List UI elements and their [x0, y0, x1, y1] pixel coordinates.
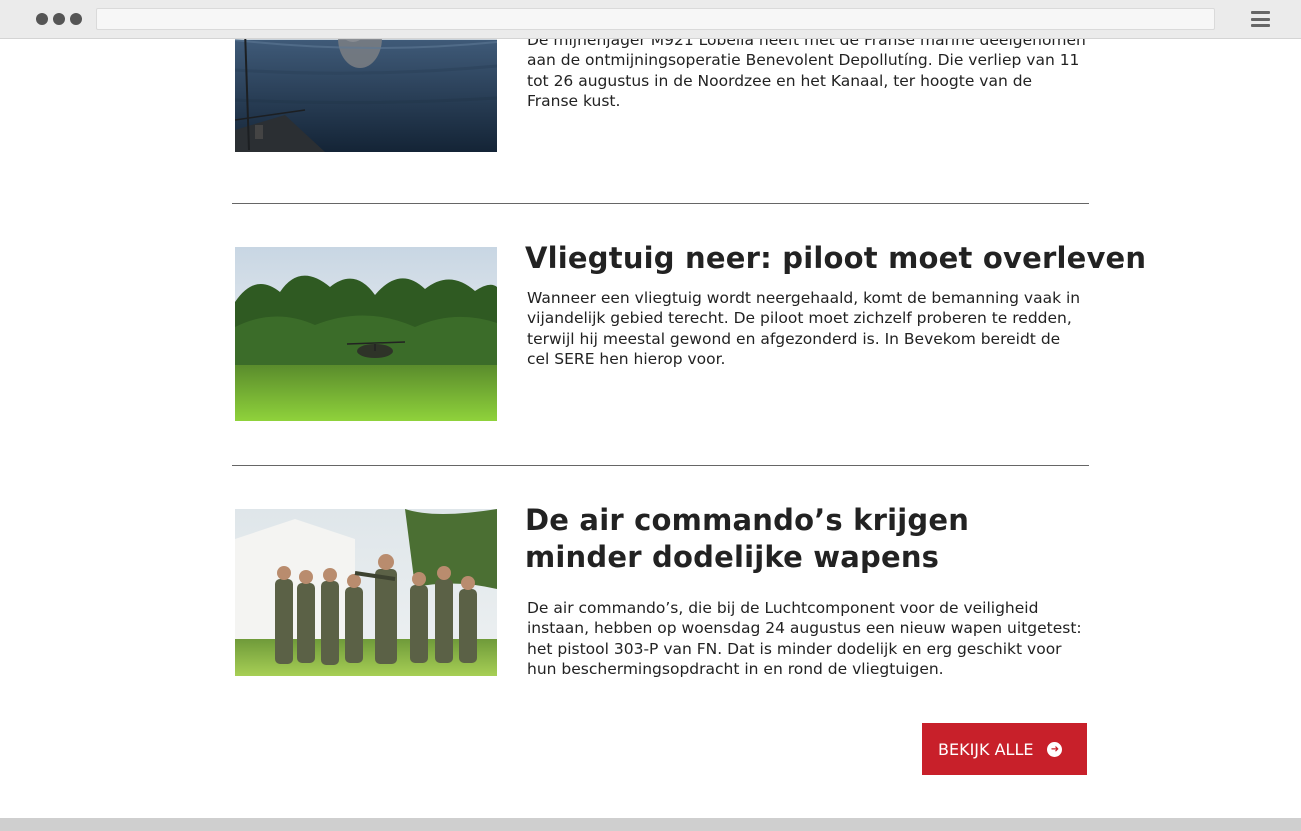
window-dot-icon[interactable] [53, 13, 65, 25]
hamburger-menu-icon[interactable] [1251, 11, 1270, 27]
arrow-circle-right-icon: ➜ [1047, 741, 1063, 757]
address-bar[interactable] [96, 8, 1215, 30]
window-controls [36, 13, 82, 25]
article-image-helicopter[interactable] [235, 247, 497, 421]
browser-toolbar [0, 0, 1301, 39]
article-divider [232, 465, 1089, 466]
article-summary: De air commando’s, die bij de Luchtcompo… [527, 599, 1082, 678]
article-summary: De mijnenjager M921 Lobelia heeft met de… [527, 31, 1086, 110]
article-divider [232, 203, 1089, 204]
article-summary: Wanneer een vliegtuig wordt neergehaald,… [527, 289, 1081, 368]
article-title[interactable]: De air commando’s krijgen minder dodelij… [525, 502, 1085, 576]
view-all-label: BEKIJK ALLE [938, 739, 1034, 759]
article-image-air-commandos[interactable] [235, 509, 497, 676]
window-dot-icon[interactable] [70, 13, 82, 25]
window-dot-icon[interactable] [36, 13, 48, 25]
view-all-button[interactable]: BEKIJK ALLE ➜ [922, 723, 1087, 775]
footer-strip [0, 818, 1301, 831]
article-title[interactable]: Vliegtuig neer: piloot moet overleven [525, 240, 1146, 277]
